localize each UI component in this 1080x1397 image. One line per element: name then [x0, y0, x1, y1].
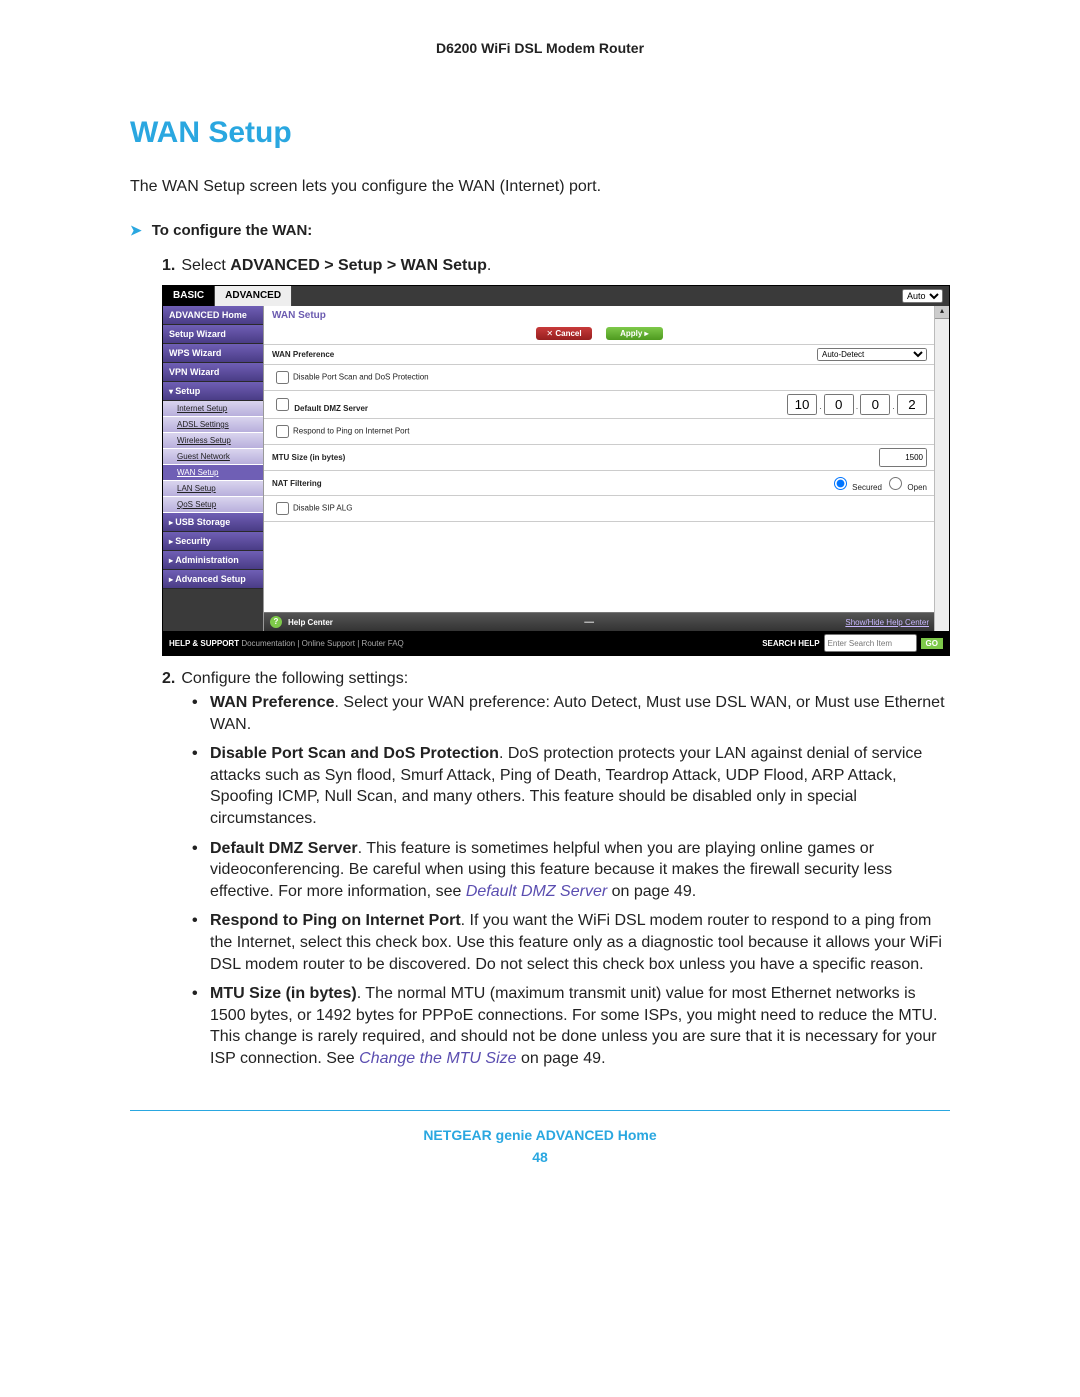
- step-1-suffix: .: [487, 257, 491, 274]
- cancel-button[interactable]: Cancel: [536, 327, 591, 340]
- disable-port-row: Disable Port Scan and DoS Protection: [264, 364, 935, 390]
- nat-label: NAT Filtering: [272, 479, 322, 488]
- dmz-label: Default DMZ Server: [294, 404, 368, 413]
- sidebar-item-vpn-wizard[interactable]: VPN Wizard: [163, 363, 263, 382]
- ping-row: Respond to Ping on Internet Port: [264, 418, 935, 444]
- mtu-link[interactable]: Change the MTU Size: [359, 1050, 516, 1067]
- sip-checkbox[interactable]: [276, 502, 289, 515]
- search-input[interactable]: [824, 634, 917, 652]
- ping-label: Respond to Ping on Internet Port: [293, 427, 410, 436]
- sidebar-item-wps-wizard[interactable]: WPS Wizard: [163, 344, 263, 363]
- sidebar-sub-internet[interactable]: Internet Setup: [163, 401, 263, 417]
- main-panel: ▴ WAN Setup Cancel Apply WAN Preference …: [263, 306, 949, 631]
- sidebar-item-security[interactable]: Security: [163, 532, 263, 551]
- help-center-label: Help Center: [288, 618, 333, 627]
- search-label: SEARCH HELP: [762, 639, 819, 648]
- tab-advanced[interactable]: ADVANCED: [215, 286, 292, 306]
- sidebar-sub-wan[interactable]: WAN Setup: [163, 465, 263, 481]
- panel-title: WAN Setup: [264, 306, 935, 325]
- sidebar: ADVANCED Home Setup Wizard WPS Wizard VP…: [163, 306, 263, 631]
- router-screenshot: BASIC ADVANCED Auto ADVANCED Home Setup …: [162, 285, 950, 656]
- sidebar-item-admin[interactable]: Administration: [163, 551, 263, 570]
- help-icon[interactable]: ?: [270, 616, 282, 628]
- wan-pref-select[interactable]: Auto-Detect: [817, 348, 927, 361]
- config-heading: To configure the WAN:: [152, 222, 313, 239]
- footer-title: NETGEAR genie ADVANCED Home: [130, 1127, 950, 1143]
- nat-secured-label: Secured: [852, 483, 882, 492]
- step-1: 1.Select ADVANCED > Setup > WAN Setup. B…: [162, 257, 950, 656]
- dmz-checkbox[interactable]: [276, 398, 289, 411]
- dmz-ip-d[interactable]: [897, 394, 927, 415]
- step-1-prefix: Select: [181, 257, 230, 274]
- tab-basic[interactable]: BASIC: [163, 286, 215, 306]
- disable-port-checkbox[interactable]: [276, 371, 289, 384]
- bullet-wan-pref: WAN Preference. Select your WAN preferen…: [192, 692, 950, 735]
- scrollbar[interactable]: ▴: [934, 306, 949, 631]
- sidebar-item-setup[interactable]: Setup: [163, 382, 263, 401]
- sip-label: Disable SIP ALG: [293, 504, 352, 513]
- sidebar-item-usb[interactable]: USB Storage: [163, 513, 263, 532]
- section-title: WAN Setup: [130, 116, 950, 150]
- device-header: D6200 WiFi DSL Modem Router: [130, 40, 950, 56]
- sidebar-item-setup-wizard[interactable]: Setup Wizard: [163, 325, 263, 344]
- intro-text: The WAN Setup screen lets you configure …: [130, 178, 950, 196]
- bullet-ping: Respond to Ping on Internet Port. If you…: [192, 910, 950, 975]
- nat-secured-radio[interactable]: [834, 477, 847, 490]
- dmz-link[interactable]: Default DMZ Server: [466, 883, 607, 900]
- disable-port-label: Disable Port Scan and DoS Protection: [293, 373, 429, 382]
- mtu-label: MTU Size (in bytes): [272, 453, 345, 462]
- nat-open-radio[interactable]: [889, 477, 902, 490]
- bullet-mtu: MTU Size (in bytes). The normal MTU (max…: [192, 983, 950, 1069]
- bullet-disable-port: Disable Port Scan and DoS Protection. Do…: [192, 743, 950, 829]
- dmz-ip-c[interactable]: [860, 394, 890, 415]
- dmz-ip-a[interactable]: [787, 394, 817, 415]
- go-button[interactable]: GO: [921, 638, 943, 649]
- step-2: 2.Configure the following settings: WAN …: [162, 670, 950, 1070]
- dmz-ip-b[interactable]: [824, 394, 854, 415]
- mtu-input[interactable]: [879, 448, 927, 467]
- page-footer: NETGEAR genie ADVANCED Home 48: [130, 1110, 950, 1165]
- sidebar-sub-wireless[interactable]: Wireless Setup: [163, 433, 263, 449]
- sidebar-item-advanced-setup[interactable]: Advanced Setup: [163, 570, 263, 589]
- nat-open-label: Open: [907, 483, 927, 492]
- wan-pref-label: WAN Preference: [272, 350, 334, 359]
- bullet-dmz: Default DMZ Server. This feature is some…: [192, 838, 950, 903]
- auto-select[interactable]: Auto: [902, 289, 943, 303]
- sip-row: Disable SIP ALG: [264, 495, 935, 522]
- page-number: 48: [130, 1149, 950, 1165]
- sidebar-sub-lan[interactable]: LAN Setup: [163, 481, 263, 497]
- step-2-text: Configure the following settings:: [181, 670, 408, 687]
- sidebar-item-home[interactable]: ADVANCED Home: [163, 306, 263, 325]
- help-toggle-link[interactable]: Show/Hide Help Center: [845, 618, 929, 627]
- chevron-icon: ➤: [130, 222, 142, 239]
- sidebar-sub-qos[interactable]: QoS Setup: [163, 497, 263, 513]
- footer-links[interactable]: Documentation | Online Support | Router …: [239, 639, 404, 648]
- sidebar-sub-guest[interactable]: Guest Network: [163, 449, 263, 465]
- step-1-path: ADVANCED > Setup > WAN Setup: [230, 257, 487, 274]
- sidebar-sub-adsl[interactable]: ADSL Settings: [163, 417, 263, 433]
- apply-button[interactable]: Apply: [606, 327, 662, 340]
- ping-checkbox[interactable]: [276, 425, 289, 438]
- footer-help-label: HELP & SUPPORT: [169, 639, 239, 648]
